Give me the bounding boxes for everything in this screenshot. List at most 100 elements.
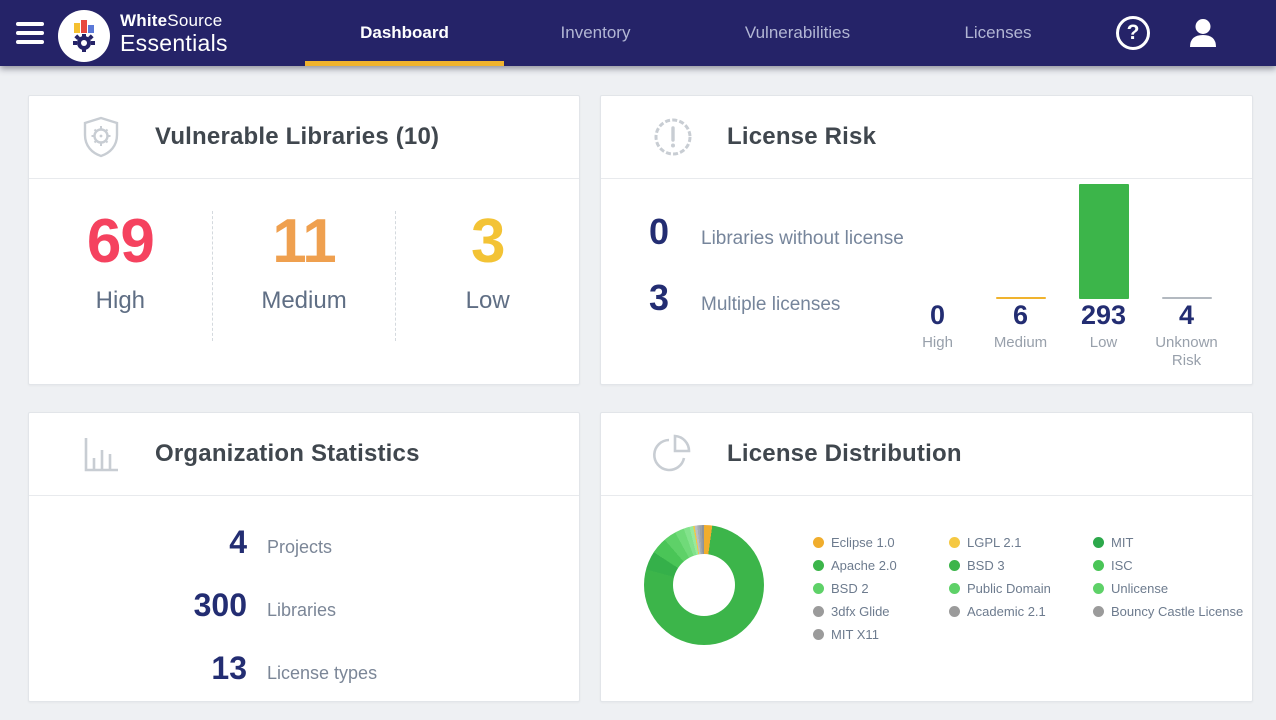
brand-word-rest: Source xyxy=(167,11,222,30)
bar-column-unknown-risk: 4 Unknown Risk xyxy=(1145,179,1228,370)
bar-unknown-risk xyxy=(1162,297,1212,300)
stat-value: 300 xyxy=(29,587,247,624)
legend-item: BSD 2 xyxy=(813,581,925,596)
whitesource-logo[interactable] xyxy=(58,10,110,62)
legend-item: Unlicense xyxy=(1093,581,1243,596)
top-navbar: WhiteSource Essentials Dashboard Invento… xyxy=(0,0,1276,66)
stat-low: 3 Low xyxy=(395,211,579,341)
active-tab-underline xyxy=(305,61,504,66)
card-vulnerable-libraries: Vulnerable Libraries (10) 69 High 11 Med… xyxy=(28,95,580,385)
bar-value: 0 xyxy=(930,301,945,331)
license-legend: Eclipse 1.0 Apache 2.0 BSD 2 3dfx Glide … xyxy=(813,535,1243,642)
legend-label: MIT xyxy=(1111,535,1133,550)
legend-label: Public Domain xyxy=(967,581,1051,596)
pie-chart-icon xyxy=(651,432,695,476)
nav-tab-dashboard[interactable]: Dashboard xyxy=(305,0,504,66)
legend-item: MIT xyxy=(1093,535,1243,550)
legend-item: Academic 2.1 xyxy=(949,604,1069,619)
legend-label: 3dfx Glide xyxy=(831,604,890,619)
nav-tab-licenses[interactable]: Licenses xyxy=(908,0,1088,66)
legend-item: Public Domain xyxy=(949,581,1069,596)
card-title: Vulnerable Libraries (10) xyxy=(155,123,439,151)
legend-dot xyxy=(1093,583,1104,594)
bar-medium xyxy=(996,297,1046,300)
org-stat-libraries: 300 Libraries xyxy=(29,587,579,624)
bar-label: Unknown Risk xyxy=(1149,334,1225,370)
brand-word-bold: White xyxy=(120,11,167,30)
legend-item: Apache 2.0 xyxy=(813,558,925,573)
legend-label: ISC xyxy=(1111,558,1133,573)
bar-label: High xyxy=(900,334,976,352)
main-navigation: Dashboard Inventory Vulnerabilities Lice… xyxy=(305,0,1088,66)
legend-dot xyxy=(813,583,824,594)
legend-column-2: LGPL 2.1 BSD 3 Public Domain Academic 2.… xyxy=(949,535,1069,642)
bar-label: Medium xyxy=(983,334,1059,352)
legend-item: MIT X11 xyxy=(813,627,925,642)
legend-item: Bouncy Castle License xyxy=(1093,604,1243,619)
card-license-risk: License Risk 0 Libraries without license… xyxy=(600,95,1253,385)
stat-label: High xyxy=(29,287,212,315)
nav-tab-label: Inventory xyxy=(561,23,631,43)
logo-glyph xyxy=(67,19,101,53)
stat-value: 69 xyxy=(29,211,212,273)
nav-tab-inventory[interactable]: Inventory xyxy=(504,0,687,66)
stat-label: License types xyxy=(267,663,377,684)
legend-column-1: Eclipse 1.0 Apache 2.0 BSD 2 3dfx Glide … xyxy=(813,535,925,642)
legend-dot xyxy=(1093,606,1104,617)
legend-label: MIT X11 xyxy=(831,627,879,642)
legend-item: ISC xyxy=(1093,558,1243,573)
stat-label: Libraries xyxy=(267,600,336,621)
stat-label: Medium xyxy=(213,287,396,315)
stat-high: 69 High xyxy=(29,211,212,341)
bar-label: Low xyxy=(1066,334,1142,352)
card-title: Organization Statistics xyxy=(155,440,420,468)
card-title: License Distribution xyxy=(727,440,962,468)
legend-dot xyxy=(949,537,960,548)
brand-name: WhiteSource Essentials xyxy=(120,12,228,56)
legend-dot xyxy=(949,583,960,594)
legend-item: LGPL 2.1 xyxy=(949,535,1069,550)
legend-label: BSD 3 xyxy=(967,558,1005,573)
brand-subtitle: Essentials xyxy=(120,31,228,56)
card-header: Organization Statistics xyxy=(29,413,579,496)
legend-dot xyxy=(813,606,824,617)
summary-row: 0 Libraries without license xyxy=(649,211,904,253)
hamburger-menu-icon[interactable] xyxy=(16,22,44,44)
legend-dot xyxy=(949,606,960,617)
nav-tab-label: Dashboard xyxy=(360,23,449,43)
license-risk-bar-chart: 0 High 6 Medium 293 Low 4 Unknown Risk xyxy=(896,179,1228,370)
legend-label: Eclipse 1.0 xyxy=(831,535,895,550)
bar-value: 6 xyxy=(1013,301,1028,331)
bar-value: 293 xyxy=(1081,301,1126,331)
legend-dot xyxy=(949,560,960,571)
severity-stats: 69 High 11 Medium 3 Low xyxy=(29,211,579,341)
dashboard-grid: Vulnerable Libraries (10) 69 High 11 Med… xyxy=(28,95,1253,702)
legend-label: LGPL 2.1 xyxy=(967,535,1021,550)
nav-tab-label: Vulnerabilities xyxy=(745,23,850,43)
legend-label: Academic 2.1 xyxy=(967,604,1046,619)
summary-value: 0 xyxy=(649,211,693,253)
user-avatar-icon[interactable] xyxy=(1184,14,1222,52)
card-header: License Risk xyxy=(601,96,1252,179)
legend-label: Unlicense xyxy=(1111,581,1168,596)
card-title: License Risk xyxy=(727,123,876,151)
shield-bug-icon xyxy=(79,115,123,159)
bar-value: 4 xyxy=(1179,301,1194,331)
legend-item: Eclipse 1.0 xyxy=(813,535,925,550)
nav-tab-label: Licenses xyxy=(964,23,1031,43)
legend-dot xyxy=(813,560,824,571)
stat-value: 3 xyxy=(396,211,579,273)
stat-label: Projects xyxy=(267,537,332,558)
help-icon[interactable]: ? xyxy=(1116,16,1150,50)
card-header: Vulnerable Libraries (10) xyxy=(29,96,579,179)
bar-chart-icon xyxy=(79,432,123,476)
nav-tab-vulnerabilities[interactable]: Vulnerabilities xyxy=(687,0,908,66)
card-license-distribution: License Distribution Eclipse 1.0 Apache … xyxy=(600,412,1253,702)
bar-column-medium: 6 Medium xyxy=(979,179,1062,370)
legend-dot xyxy=(813,537,824,548)
stat-medium: 11 Medium xyxy=(212,211,396,341)
legend-label: Bouncy Castle License xyxy=(1111,604,1243,619)
summary-label: Libraries without license xyxy=(701,228,904,250)
navbar-right-actions: ? xyxy=(1116,0,1276,66)
legend-item: 3dfx Glide xyxy=(813,604,925,619)
